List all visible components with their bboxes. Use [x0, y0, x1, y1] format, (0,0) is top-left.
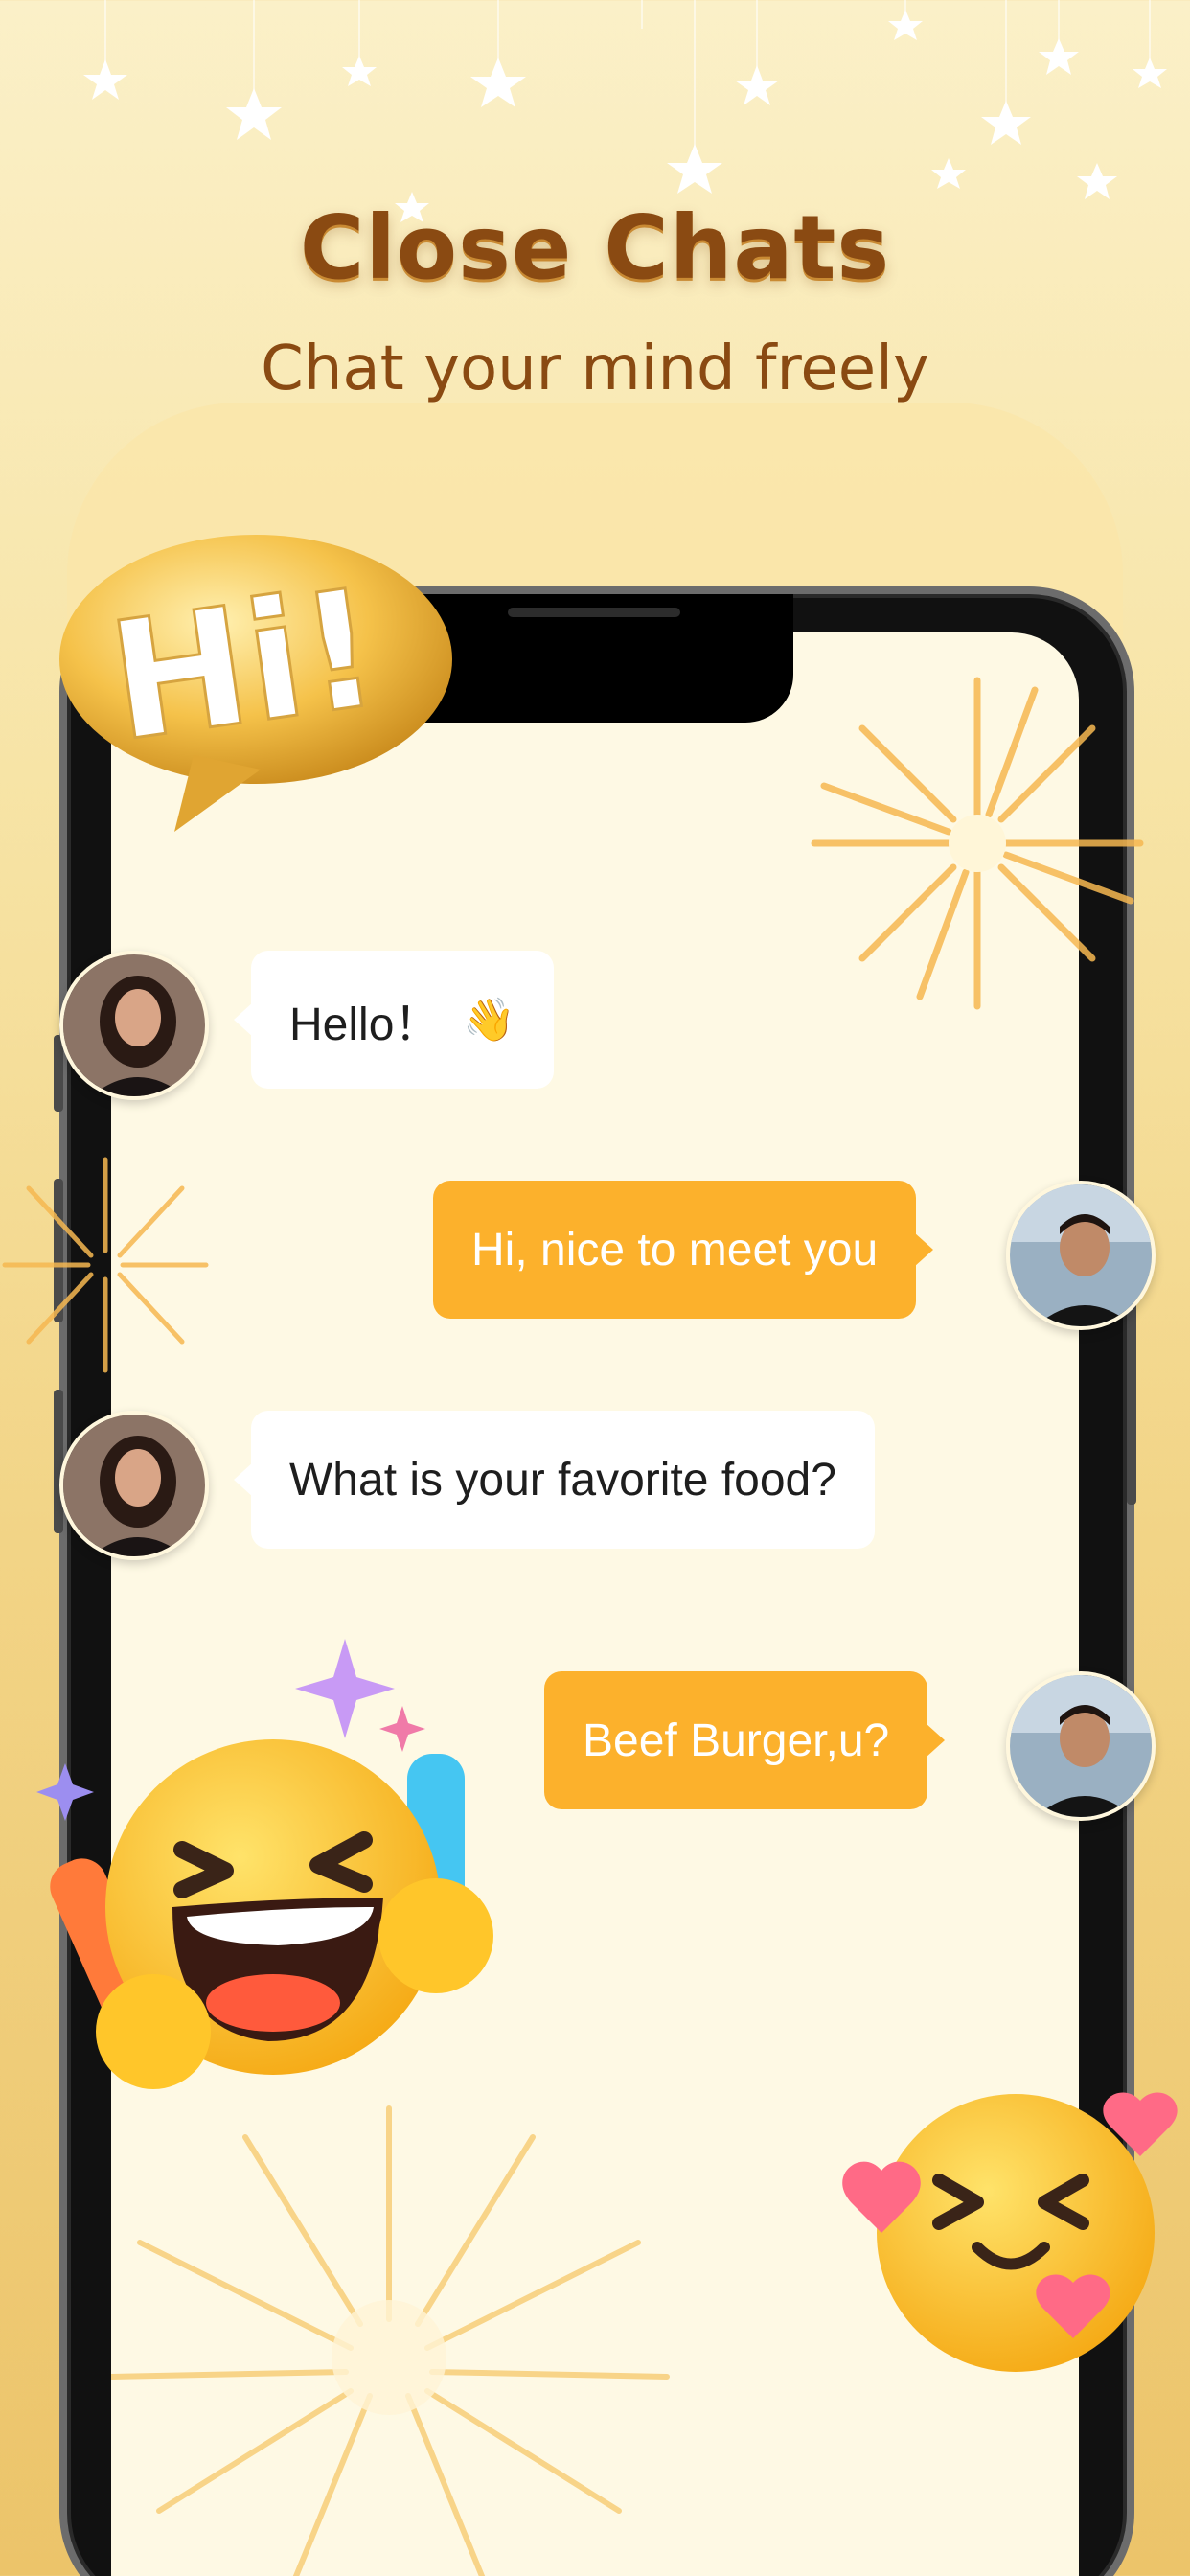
- phone-speaker: [508, 608, 680, 617]
- woman-avatar[interactable]: [59, 951, 209, 1100]
- page-subtitle: Chat your mind freely: [261, 334, 929, 404]
- message-text: What is your favorite food?: [289, 1454, 836, 1506]
- message-text: Hi, nice to meet you: [471, 1224, 879, 1276]
- man-avatar[interactable]: [1006, 1181, 1156, 1330]
- message-text: Beef Burger,u?: [583, 1714, 890, 1766]
- firework-decoration: [2, 1157, 209, 1373]
- message-bubble-incoming: Hello！ 👋: [233, 951, 555, 1089]
- man-avatar[interactable]: [1006, 1671, 1156, 1821]
- phone-volume-down-button: [54, 1390, 63, 1533]
- hi-speech-bubble-badge: Hi!: [59, 535, 452, 832]
- message-bubble-incoming: What is your favorite food?: [234, 1411, 875, 1549]
- message-bubble-outgoing: Beef Burger,u?: [544, 1671, 946, 1809]
- page-title: Close Chats: [299, 196, 891, 299]
- laughing-cheering-emoji-icon: [36, 1639, 493, 2089]
- message-text: Hello！: [289, 1000, 441, 1050]
- waving-hand-icon: 👋: [463, 997, 516, 1044]
- message-bubble-outgoing: Hi, nice to meet you: [433, 1181, 934, 1319]
- firework-decoration: [811, 677, 1144, 1010]
- woman-avatar[interactable]: [59, 1411, 209, 1560]
- hi-badge-text: Hi!: [100, 554, 390, 779]
- smiling-hearts-emoji-icon: [842, 2092, 1178, 2372]
- firework-decoration: [111, 2105, 670, 2576]
